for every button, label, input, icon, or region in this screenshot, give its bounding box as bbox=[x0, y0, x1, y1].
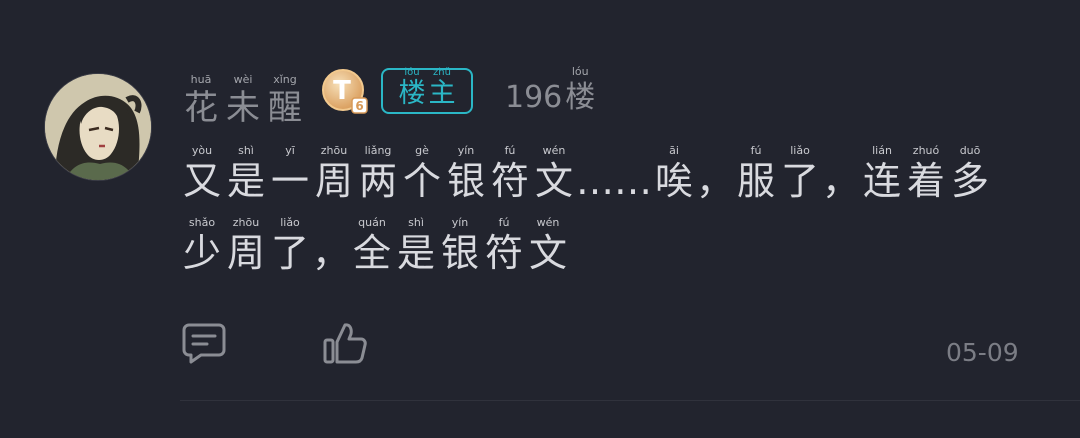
floor-unit: lóu 楼 bbox=[565, 65, 596, 115]
punctuation: …… bbox=[576, 159, 652, 203]
hanzi: 服 bbox=[737, 159, 776, 203]
comment-line: yòu 又 shì 是 yī 一 zhōu 周 liǎng 两 gè 个 yín 银 fú 符 wén 文…… āi… bbox=[180, 133, 1050, 205]
hanzi: 符 bbox=[490, 159, 529, 203]
name-char: xǐng 醒 bbox=[268, 73, 302, 128]
comment-char: wén 文 bbox=[532, 144, 576, 205]
comment-char: zhōu 周 bbox=[312, 144, 356, 205]
hanzi: 了 bbox=[270, 231, 309, 275]
pinyin: shì bbox=[408, 216, 424, 229]
comment-icon[interactable] bbox=[181, 322, 227, 370]
punctuation: ， bbox=[696, 159, 735, 203]
avatar-girl-portrait-icon bbox=[45, 74, 151, 180]
hanzi: 是 bbox=[397, 231, 436, 275]
hanzi: 两 bbox=[358, 159, 397, 203]
comment-char: shì 是 bbox=[394, 216, 438, 277]
hanzi: 连 bbox=[863, 159, 902, 203]
level-badge[interactable]: T 6 bbox=[321, 68, 369, 116]
pinyin: shǎo bbox=[188, 216, 216, 229]
comment-char: fú 符 bbox=[488, 144, 532, 205]
comment-char: duō 多 bbox=[948, 144, 992, 205]
hanzi: 是 bbox=[226, 159, 265, 203]
hanzi: 着 bbox=[907, 159, 946, 203]
floor-count: 196 bbox=[505, 80, 563, 115]
comment-char: gè 个 bbox=[400, 144, 444, 205]
pinyin: yòu bbox=[191, 144, 213, 157]
hanzi: 多 bbox=[951, 159, 990, 203]
comment-char: shǎo 少 bbox=[180, 216, 224, 277]
comment-char: yín 银 bbox=[444, 144, 488, 205]
pinyin: wén bbox=[536, 216, 560, 229]
hanzi: 银 bbox=[446, 159, 485, 203]
pinyin: fú bbox=[504, 144, 516, 157]
comment-line: shǎo 少 zhōu 周 liǎo 了， quán 全 shì 是 yín 银 fú 符 wén 文 bbox=[180, 205, 1050, 277]
hanzi: 符 bbox=[485, 231, 524, 275]
thumbs-up-icon[interactable] bbox=[322, 320, 368, 370]
pinyin: fú bbox=[750, 144, 762, 157]
hanzi: 银 bbox=[441, 231, 480, 275]
hanzi: 个 bbox=[402, 159, 441, 203]
pinyin: lián bbox=[872, 144, 892, 157]
name-char: wèi 未 bbox=[226, 73, 260, 128]
floor-number: 196 lóu 楼 bbox=[505, 62, 598, 118]
name-char: huā 花 bbox=[184, 73, 218, 128]
comment-char: yī 一 bbox=[268, 144, 312, 205]
comment-char: āi 唉 bbox=[652, 144, 696, 205]
hanzi: 一 bbox=[270, 159, 309, 203]
pinyin: liǎng bbox=[364, 144, 392, 157]
pinyin: quán bbox=[358, 216, 386, 229]
pinyin: yín bbox=[451, 216, 469, 229]
hanzi: 少 bbox=[182, 231, 221, 275]
hanzi: 周 bbox=[226, 231, 265, 275]
comment-char: zhuó 着 bbox=[904, 144, 948, 205]
comment-char: zhōu 周 bbox=[224, 216, 268, 277]
pinyin: gè bbox=[415, 144, 429, 157]
comment-char: liǎo 了 bbox=[778, 144, 822, 205]
hanzi: 了 bbox=[781, 159, 820, 203]
pinyin: yī bbox=[285, 144, 295, 157]
pinyin: āi bbox=[669, 144, 679, 157]
pinyin: wén bbox=[542, 144, 566, 157]
hanzi: 全 bbox=[353, 231, 392, 275]
punctuation: ， bbox=[312, 231, 351, 275]
comment-char: wén 文 bbox=[526, 216, 570, 277]
hanzi: 又 bbox=[182, 159, 221, 203]
comment-char: yín 银 bbox=[438, 216, 482, 277]
comment-char: liǎng 两 bbox=[356, 144, 400, 205]
hanzi: 唉 bbox=[654, 159, 693, 203]
comment-char: quán 全 bbox=[350, 216, 394, 277]
owner-tag: lóu 楼 zhǔ 主 bbox=[381, 67, 473, 114]
author-name[interactable]: huā 花 wèi 未 xǐng 醒 bbox=[180, 60, 306, 130]
hanzi: 文 bbox=[534, 159, 573, 203]
owner-char: zhǔ 主 bbox=[428, 67, 456, 109]
hanzi: 文 bbox=[529, 231, 568, 275]
pinyin: duō bbox=[959, 144, 981, 157]
comment-char: fú 服 bbox=[734, 144, 778, 205]
comment-text: yòu 又 shì 是 yī 一 zhōu 周 liǎng 两 gè 个 yín 银 fú 符 wén 文…… āi… bbox=[180, 133, 1050, 277]
pinyin: zhōu bbox=[320, 144, 348, 157]
punctuation: ， bbox=[822, 159, 861, 203]
avatar[interactable] bbox=[45, 74, 151, 180]
divider bbox=[180, 400, 1080, 401]
pinyin: zhuó bbox=[912, 144, 940, 157]
pinyin: fú bbox=[498, 216, 510, 229]
svg-text:6: 6 bbox=[355, 99, 363, 113]
pinyin: shì bbox=[238, 144, 254, 157]
comment-char: shì 是 bbox=[224, 144, 268, 205]
comment-char: lián 连 bbox=[860, 144, 904, 205]
level-badge-icon: T 6 bbox=[322, 69, 368, 114]
comment-char: yòu 又 bbox=[180, 144, 224, 205]
pinyin: zhōu bbox=[232, 216, 260, 229]
pinyin: liǎo bbox=[280, 216, 300, 229]
post-date: 05-09 bbox=[946, 338, 1019, 367]
comment-char: fú 符 bbox=[482, 216, 526, 277]
owner-char: lóu 楼 bbox=[398, 67, 426, 109]
hanzi: 周 bbox=[314, 159, 353, 203]
comment-char: liǎo 了 bbox=[268, 216, 312, 277]
pinyin: liǎo bbox=[790, 144, 810, 157]
pinyin: yín bbox=[457, 144, 475, 157]
svg-text:T: T bbox=[333, 76, 351, 106]
